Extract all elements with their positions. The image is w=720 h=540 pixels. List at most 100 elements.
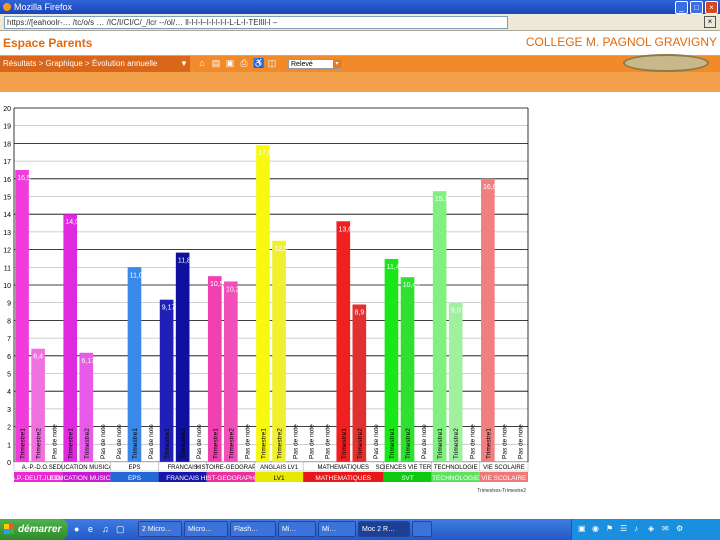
y-tick-label: 6 bbox=[7, 354, 11, 361]
bar-category-label: Pas de note bbox=[148, 424, 155, 459]
bar-category-label: Pas de note bbox=[116, 424, 123, 459]
taskbar-item[interactable]: Mi… bbox=[318, 521, 356, 537]
bar-category-label: Trimestre1 bbox=[212, 428, 219, 459]
home-icon[interactable]: ⌂ bbox=[197, 58, 207, 69]
tray-icon[interactable]: ◉ bbox=[592, 524, 601, 534]
subject-legend-label: MATHEMATIQUES bbox=[315, 475, 371, 482]
taskbar-item[interactable]: 2 Micro… bbox=[138, 521, 182, 537]
subject-name: ANGLAIS LV1 bbox=[260, 465, 299, 471]
y-tick-label: 12 bbox=[3, 248, 11, 255]
bar bbox=[481, 178, 495, 463]
bar-category-label: Pas de note bbox=[244, 424, 251, 459]
taskbar-item[interactable]: Moc 2 R… bbox=[358, 521, 410, 537]
bar-category-label: Trimestre1 bbox=[389, 428, 396, 459]
maximize-button[interactable]: □ bbox=[690, 1, 703, 14]
y-tick-label: 16 bbox=[3, 177, 11, 184]
y-tick-label: 17 bbox=[3, 159, 11, 166]
data-label: 9,17 bbox=[162, 305, 176, 312]
tray-icon[interactable]: ▣ bbox=[578, 524, 587, 534]
data-label: 10,5 bbox=[210, 281, 224, 288]
task-list: 2 Micro… Micro… Flash… Mi… Mi… Moc 2 R… bbox=[138, 521, 432, 537]
ie-quick-icon[interactable]: e bbox=[88, 524, 97, 535]
view-select[interactable]: Relevé ▾ bbox=[288, 59, 342, 69]
y-tick-label: 1 bbox=[7, 442, 11, 449]
firefox-quick-icon[interactable]: ● bbox=[74, 524, 83, 535]
tray-icon[interactable]: ☰ bbox=[620, 524, 629, 534]
start-button[interactable]: démarrer bbox=[0, 519, 68, 540]
y-tick-label: 0 bbox=[7, 460, 11, 467]
bar bbox=[336, 221, 351, 462]
bar bbox=[432, 191, 447, 462]
print-icon[interactable]: ▤ bbox=[211, 58, 221, 69]
bar-category-label: Pas de note bbox=[100, 424, 107, 459]
export-icon[interactable]: ◫ bbox=[267, 58, 277, 69]
data-label: 12,5 bbox=[274, 246, 288, 253]
taskbar: démarrer ● e ♫ ▢ 2 Micro… Micro… Flash… Mi…… bbox=[0, 519, 720, 540]
windows-logo-icon bbox=[4, 524, 14, 534]
taskbar-item[interactable]: Micro… bbox=[184, 521, 228, 537]
window-buttons: _ □ × bbox=[675, 1, 718, 14]
data-label: 11,0 bbox=[130, 272, 143, 279]
y-tick-label: 20 bbox=[3, 106, 11, 113]
y-tick-label: 5 bbox=[7, 372, 11, 379]
orange-band bbox=[0, 72, 720, 92]
close-button[interactable]: × bbox=[705, 1, 718, 14]
app-title: Espace Parents bbox=[3, 36, 93, 50]
taskbar-item[interactable]: Mi… bbox=[278, 521, 316, 537]
bar-category-label: Trimestre2 bbox=[277, 428, 284, 459]
tray-icon[interactable]: ⚙ bbox=[676, 524, 685, 534]
bar-category-label: Trimestre2 bbox=[84, 428, 91, 459]
media-quick-icon[interactable]: ♫ bbox=[102, 524, 111, 535]
address-bar-row: https://[eahoolr-… /tc/o/s … /IC/I/CI/C/… bbox=[0, 14, 720, 31]
subject-name: EPS bbox=[128, 465, 140, 471]
bar-category-label: Trimestre1 bbox=[20, 428, 27, 459]
subject-legend-label: LV1 bbox=[273, 475, 284, 482]
save-icon[interactable]: ▣ bbox=[225, 58, 235, 69]
subject-legend-label: SVT bbox=[401, 475, 414, 482]
accessibility-icon[interactable]: ♿ bbox=[253, 58, 264, 69]
bar-category-label: Trimestre1 bbox=[132, 428, 139, 459]
close-tab-icon[interactable]: × bbox=[704, 16, 716, 28]
chevron-down-icon[interactable]: ▼ bbox=[180, 56, 188, 72]
bar bbox=[63, 214, 78, 462]
chart-svg: 0123456789101112131415161718192016,5Trim… bbox=[3, 106, 529, 494]
college-name: COLLEGE M. PAGNOL GRAVIGNY bbox=[525, 35, 717, 49]
toolbar: ⌂ ▤ ▣ ⎙ ♿ ◫ bbox=[197, 58, 277, 69]
highlight-oval bbox=[623, 54, 709, 72]
data-label: 15,3 bbox=[435, 196, 449, 203]
data-label: 6,17 bbox=[81, 358, 95, 365]
select-arrow-icon[interactable]: ▾ bbox=[333, 60, 341, 68]
subject-legend-label: EPS bbox=[128, 475, 142, 482]
subject-name: EDUCATION MUSICALE bbox=[53, 465, 120, 471]
y-tick-label: 11 bbox=[4, 265, 11, 272]
data-label: 9,0 bbox=[451, 308, 461, 315]
address-bar[interactable]: https://[eahoolr-… /tc/o/s … /IC/I/CI/C/… bbox=[4, 16, 508, 29]
tray-icon[interactable]: ✉ bbox=[662, 524, 671, 534]
subject-legend-label: FRANCAIS bbox=[166, 475, 200, 482]
taskbar-item[interactable] bbox=[412, 521, 432, 537]
bar-category-label: Trimestre2 bbox=[228, 428, 235, 459]
y-tick-label: 14 bbox=[3, 212, 11, 219]
printer-icon[interactable]: ⎙ bbox=[239, 58, 249, 69]
minimize-button[interactable]: _ bbox=[675, 1, 688, 14]
bar-category-label: Trimestre2 bbox=[357, 428, 364, 459]
bar-category-label: Trimestre1 bbox=[164, 428, 171, 459]
breadcrumb[interactable]: Résultats > Graphique > Évolution annuel… bbox=[0, 56, 190, 72]
window-title: Mozilla Firefox bbox=[14, 2, 73, 12]
tray-icon[interactable]: ⚑ bbox=[606, 524, 615, 534]
quick-launch: ● e ♫ ▢ bbox=[74, 524, 125, 535]
bar-category-label: Trimestre1 bbox=[437, 428, 444, 459]
tray-icon[interactable]: ◈ bbox=[648, 524, 657, 534]
data-label: 16,0 bbox=[483, 184, 497, 191]
data-label: 10,2 bbox=[226, 286, 240, 293]
tray-icon[interactable]: ♪ bbox=[634, 524, 643, 534]
taskbar-item[interactable]: Flash… bbox=[230, 521, 276, 537]
subject-legend-label: TECHNOLOGIE bbox=[432, 475, 480, 482]
bar-category-label: Pas de note bbox=[52, 424, 59, 459]
bar-category-label: Pas de note bbox=[373, 424, 380, 459]
explorer-quick-icon[interactable]: ▢ bbox=[116, 524, 125, 535]
data-label: 8,9 bbox=[355, 309, 365, 316]
y-tick-label: 9 bbox=[7, 301, 11, 308]
subject-name: SCIENCES VIE TERRE bbox=[376, 465, 440, 471]
bar-category-label: Trimestre1 bbox=[485, 428, 492, 459]
